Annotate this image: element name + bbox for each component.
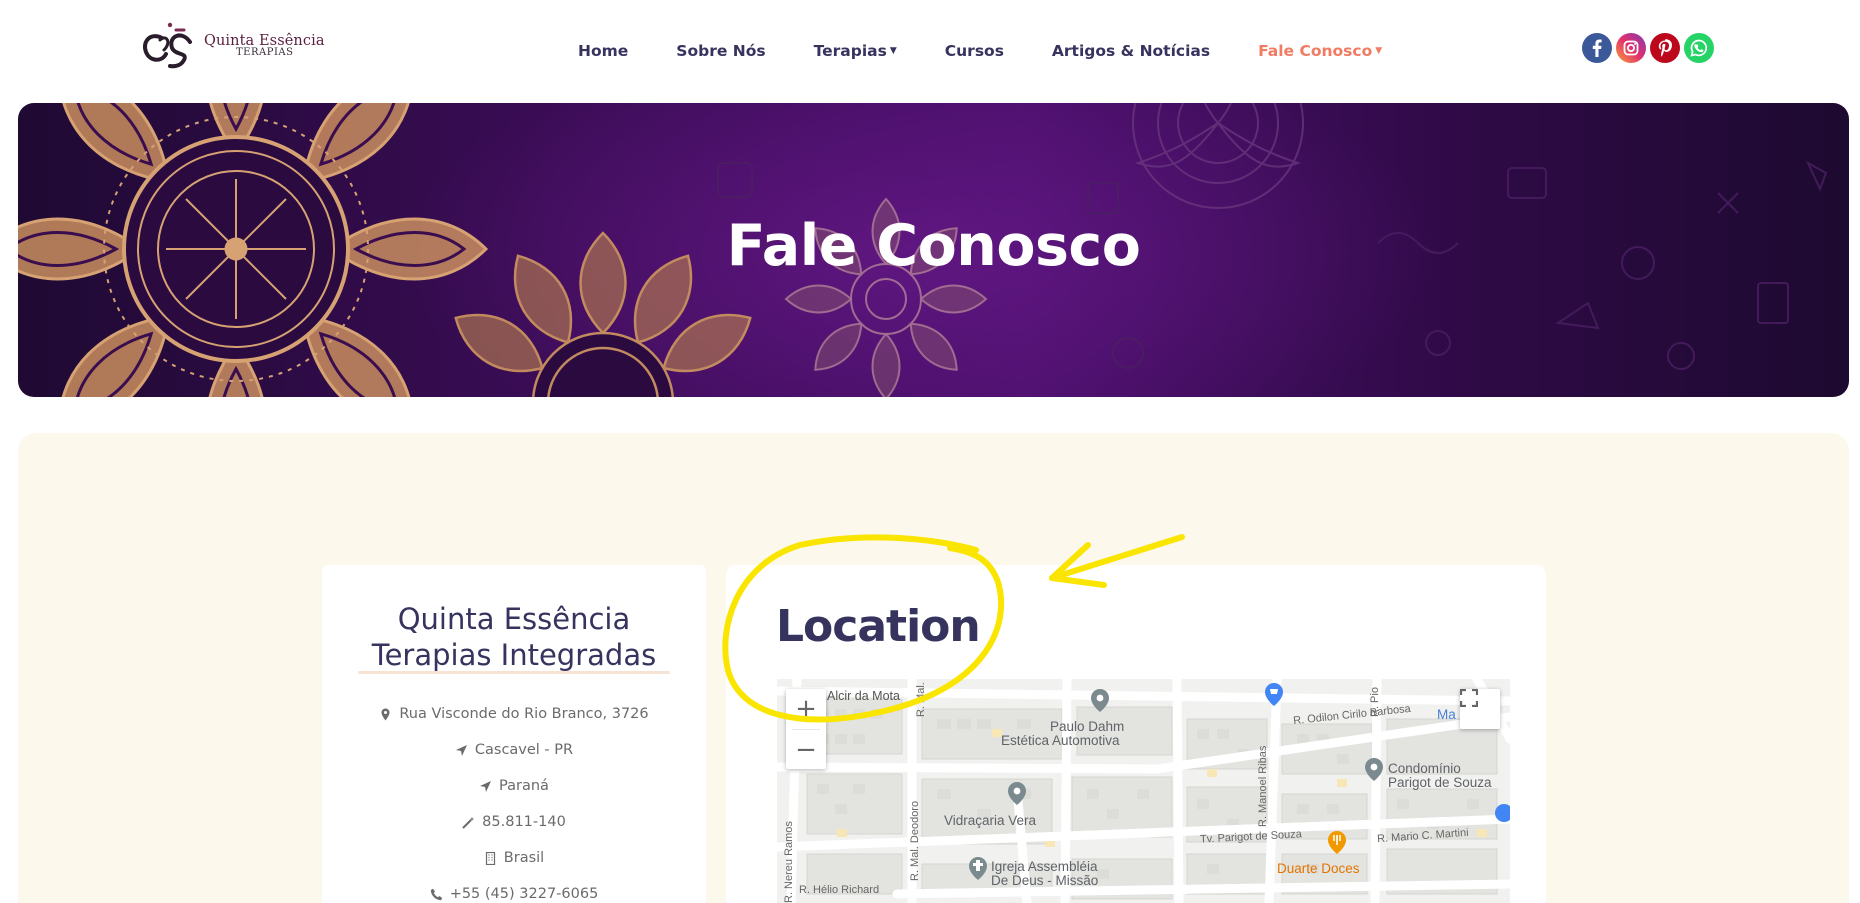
zoom-out-button[interactable]: − [786, 730, 826, 770]
map-label-poi: Igreja Assembléia [991, 859, 1098, 874]
nav-item-cursos[interactable]: Cursos [945, 42, 1004, 60]
nav-label: Cursos [944, 42, 1004, 60]
nav-item-artigos-noticias[interactable]: Artigos & Notícias [1052, 42, 1210, 60]
location-title: Location [776, 601, 981, 652]
map-pin-icon [381, 708, 390, 720]
city-row: Cascavel - PR [322, 732, 706, 768]
facebook-icon[interactable] [1582, 33, 1612, 63]
site-logo[interactable]: Quinta Essência TERAPIAS [140, 20, 325, 72]
nav-item-sobre-nos[interactable]: Sobre Nós [676, 42, 765, 60]
nav-item-home[interactable]: Home [578, 42, 628, 60]
zip-row: 85.811-140 [322, 804, 706, 840]
page-title: Fale Conosco [726, 213, 1141, 279]
city-text: Cascavel - PR [474, 742, 574, 758]
logo-mark-icon [143, 22, 192, 69]
site-header: Quinta Essência TERAPIAS Home Sobre Nós … [0, 0, 1860, 117]
map-label-poi: Ma [1437, 707, 1456, 722]
map-label-poi: De Deus - Missão [991, 873, 1099, 888]
map-label-poi: Estética Automotiva [1001, 733, 1120, 748]
fullscreen-button[interactable] [1460, 689, 1500, 729]
fullscreen-icon [1460, 689, 1478, 707]
map-label-street: R. Mal. Deodoro [909, 800, 921, 881]
country-row: Brasil [322, 840, 706, 876]
map-label-poi: Paulo Dahm [1050, 719, 1125, 734]
map-label-street: R. Mal. [915, 682, 927, 717]
address-row: Rua Visconde do Rio Branco, 3726 [322, 696, 706, 732]
phone-row[interactable]: +55 (45) 3227-6065 [322, 876, 706, 903]
nav-label: Terapias [813, 42, 887, 60]
map-label-street: R. Hélio Richard [799, 884, 880, 896]
main-nav: Home Sobre Nós Terapias ▼ Cursos Artigos … [578, 0, 1430, 117]
social-links [1582, 33, 1714, 63]
page-banner: Fale Conosco [18, 103, 1849, 397]
logo-name: Quinta Essência [204, 32, 325, 49]
map-label-street: R. Pio [1369, 687, 1381, 717]
contact-info-card: Quinta Essência Terapias Integradas Rua … [322, 565, 706, 903]
phone-icon [430, 888, 442, 900]
nav-label: Artigos & Notícias [1051, 42, 1211, 60]
map-label-poi: Vidraçaria Vera [944, 813, 1037, 828]
zip-text: 85.811-140 [482, 814, 566, 830]
building-icon [485, 851, 495, 865]
state-text: Paraná [499, 778, 549, 794]
logo-text: Quinta Essência TERAPIAS [204, 34, 325, 59]
contact-details: Rua Visconde do Rio Branco, 3726 Cascave… [322, 696, 706, 903]
location-arrow-icon [480, 780, 492, 792]
map-label-street: R. Nereu Ramos [783, 821, 795, 903]
magic-wand-icon [462, 816, 475, 829]
map-label-street: Alcir da Mota [827, 689, 900, 703]
nav-item-terapias[interactable]: Terapias ▼ [814, 42, 897, 60]
whatsapp-icon[interactable] [1684, 33, 1714, 63]
location-map[interactable]: Alcir da Mota R. Mal. Paulo Dahm Estétic… [777, 679, 1510, 903]
org-name-line-2: Terapias Integradas [371, 638, 657, 672]
state-row: Paraná [322, 768, 706, 804]
nav-label: Home [578, 42, 629, 60]
caret-down-icon: ▼ [1375, 46, 1383, 56]
map-label-poi: Condomínio [1388, 761, 1461, 776]
logo-subtitle: TERAPIAS [236, 47, 294, 59]
pinterest-icon[interactable] [1650, 33, 1680, 63]
address-text: Rua Visconde do Rio Branco, 3726 [399, 706, 649, 722]
map-label-poi: Duarte Doces [1277, 861, 1360, 876]
country-text: Brasil [503, 850, 545, 866]
nav-label: Fale Conosco [1258, 42, 1373, 60]
caret-down-icon: ▼ [889, 46, 897, 56]
divider [358, 671, 670, 674]
nav-label: Sobre Nós [676, 42, 766, 60]
nav-item-fale-conosco[interactable]: Fale Conosco ▼ [1258, 42, 1383, 117]
instagram-icon[interactable] [1616, 33, 1646, 63]
map-label-poi: Parigot de Souza [1388, 775, 1492, 790]
zoom-in-button[interactable]: + [786, 689, 826, 729]
org-name-line-1: Quinta Essência [397, 602, 631, 636]
location-arrow-icon [455, 744, 467, 756]
map-zoom-controls: + − [786, 689, 826, 769]
map-label-street: R. Manoel Ribas [1257, 745, 1269, 827]
phone-text: +55 (45) 3227-6065 [449, 886, 599, 902]
org-name: Quinta Essência Terapias Integradas [322, 601, 706, 673]
